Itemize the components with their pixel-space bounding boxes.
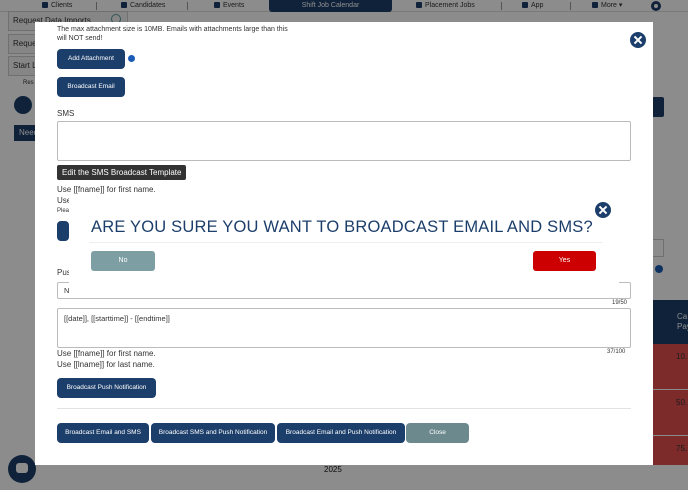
broadcast-push-label: Broadcast Push Notification [66, 384, 147, 391]
push-body-value: [[date]], [[starttime]] - [[endtime]] [64, 314, 170, 323]
broadcast-sms-push-label: Broadcast SMS and Push Notification [158, 429, 268, 436]
yes-button[interactable]: Yes [533, 251, 596, 271]
edit-sms-template-button[interactable]: Edit the SMS Broadcast Template [57, 165, 187, 180]
broadcast-email-sms-button[interactable]: Broadcast Email and SMS [57, 423, 149, 443]
confirm-dialog: ARE YOU SURE YOU WANT TO BROADCAST EMAIL… [69, 196, 619, 295]
close-button[interactable]: Close [406, 423, 469, 443]
broadcast-email-label: Broadcast Email [67, 83, 115, 90]
broadcast-email-push-button[interactable]: Broadcast Email and Push Notification [277, 423, 405, 443]
close-icon[interactable] [630, 32, 646, 48]
add-attachment-button[interactable]: Add Attachment [57, 49, 125, 69]
no-button-label: No [118, 257, 128, 264]
broadcast-sms-button[interactable] [57, 221, 69, 241]
broadcast-email-button[interactable]: Broadcast Email [57, 77, 125, 97]
attachment-note-line: will NOT send! [57, 35, 103, 42]
push-hint: Use [[fname]] for first name. [57, 349, 156, 358]
push-body-textarea[interactable]: [[date]], [[starttime]] - [[endtime]] [57, 308, 631, 348]
no-button[interactable]: No [91, 251, 155, 271]
sms-hint: Use [[fname]] for first name. [57, 185, 156, 194]
sms-hint: Plea [57, 208, 70, 214]
info-icon[interactable] [128, 55, 135, 62]
yes-button-label: Yes [558, 257, 571, 264]
sms-label: SMS [57, 109, 75, 118]
broadcast-sms-push-button[interactable]: Broadcast SMS and Push Notification [151, 423, 275, 443]
push-title-counter: 19/50 [612, 300, 628, 306]
push-hint: Use [[lname]] for last name. [57, 360, 155, 369]
attachment-note-line: The max attachment size is 10MB. Emails … [57, 26, 288, 33]
push-body-counter: 37/100 [607, 349, 626, 355]
sms-textarea[interactable] [57, 121, 631, 161]
broadcast-push-button[interactable]: Broadcast Push Notification [57, 378, 156, 398]
broadcast-email-sms-label: Broadcast Email and SMS [65, 429, 141, 436]
divider [89, 242, 603, 243]
broadcast-email-push-label: Broadcast Email and Push Notification [285, 429, 397, 436]
add-attachment-label: Add Attachment [68, 55, 114, 62]
close-icon[interactable] [595, 202, 611, 218]
confirm-title: ARE YOU SURE YOU WANT TO BROADCAST EMAIL… [91, 218, 593, 236]
close-button-label: Close [429, 429, 446, 436]
divider [57, 408, 631, 409]
attachment-note: The max attachment size is 10MB. Emails … [57, 25, 288, 43]
